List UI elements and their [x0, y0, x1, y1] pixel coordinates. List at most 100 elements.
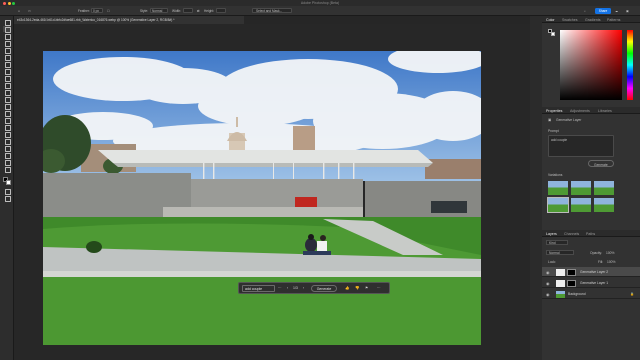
- clone-stamp-tool-icon[interactable]: [3, 82, 11, 89]
- flag-icon[interactable]: ⚑: [365, 286, 368, 290]
- layer-name: Background: [568, 292, 586, 296]
- document-image[interactable]: [43, 51, 481, 345]
- dodge-tool-icon[interactable]: [3, 117, 11, 124]
- window-title: Adobe Photoshop (Beta): [300, 0, 340, 5]
- tab-gradients[interactable]: Gradients: [585, 18, 601, 22]
- fill-label: Fill:: [598, 260, 604, 264]
- visibility-eye-icon[interactable]: ◉: [546, 292, 550, 297]
- rectangle-tool-icon[interactable]: [3, 145, 11, 152]
- more-tools-icon[interactable]: [3, 166, 11, 173]
- color-picker-field[interactable]: [560, 30, 622, 100]
- prompt-textarea[interactable]: add couple: [548, 135, 614, 157]
- properties-generate-button[interactable]: Generate: [588, 160, 614, 167]
- layer-thumbnail: [556, 279, 565, 287]
- tab-layers[interactable]: Layers: [546, 232, 557, 236]
- hue-slider[interactable]: [627, 30, 633, 100]
- rectangular-marquee-tool-icon[interactable]: [3, 26, 11, 33]
- variation-thumb-3[interactable]: [594, 181, 614, 195]
- tab-swatches[interactable]: Swatches: [562, 18, 578, 22]
- layers-panel-header: Layers Channels Paths: [542, 230, 640, 237]
- background-color-swatch[interactable]: [6, 180, 11, 185]
- height-field[interactable]: [216, 8, 226, 13]
- variations-label: Variations: [548, 173, 563, 177]
- generate-button[interactable]: Generate: [311, 285, 337, 292]
- options-icon[interactable]: ⋯: [278, 286, 282, 290]
- cloud-icon[interactable]: ☁: [615, 9, 618, 13]
- tab-adjustments[interactable]: Adjustments: [570, 109, 590, 113]
- prompt-input[interactable]: add couple: [242, 285, 275, 292]
- panel-icon-strip: [530, 16, 542, 360]
- variation-thumb-6[interactable]: [594, 198, 614, 212]
- anti-alias-checkbox[interactable]: ☐: [107, 9, 110, 13]
- pen-tool-icon[interactable]: [3, 124, 11, 131]
- variation-thumb-1[interactable]: [548, 181, 568, 195]
- search-icon[interactable]: ⌕: [584, 9, 586, 13]
- blur-tool-icon[interactable]: [3, 110, 11, 117]
- tab-color[interactable]: Color: [546, 18, 555, 22]
- tab-properties[interactable]: Properties: [546, 109, 562, 113]
- select-and-mask-button[interactable]: Select and Mask...: [252, 8, 292, 13]
- properties-panel-header: Properties Adjustments Libraries: [542, 107, 640, 114]
- background-color-chip[interactable]: [551, 32, 555, 36]
- lasso-tool-icon[interactable]: [3, 33, 11, 40]
- screen-mode-icon[interactable]: [3, 195, 11, 202]
- tab-patterns[interactable]: Patterns: [607, 18, 620, 22]
- gradient-tool-icon[interactable]: [3, 103, 11, 110]
- properties-generate-label: Generate: [594, 162, 608, 167]
- workspace-icon[interactable]: ▣: [626, 9, 629, 13]
- previous-icon[interactable]: ‹: [287, 286, 288, 290]
- layer-thumbnail: [556, 290, 565, 298]
- eraser-tool-icon[interactable]: [3, 96, 11, 103]
- tools-panel: [0, 16, 14, 360]
- opacity-value[interactable]: 100%: [606, 251, 614, 255]
- width-field[interactable]: [183, 8, 193, 13]
- variation-counter: 1/3: [293, 286, 298, 290]
- quick-mask-icon[interactable]: [3, 188, 11, 195]
- feather-value: 0 px: [93, 9, 100, 14]
- feather-field[interactable]: 0 px: [91, 8, 103, 13]
- move-tool-icon[interactable]: [3, 19, 11, 26]
- tab-paths[interactable]: Paths: [586, 232, 595, 236]
- layer-row-generative-1[interactable]: ◉ Generative Layer 1: [542, 278, 640, 288]
- blend-mode-select[interactable]: Normal: [546, 250, 574, 255]
- document-tab-bar: e43c1364-2eda-461f-b61d-bbfc2dfae681-rbb…: [14, 16, 530, 24]
- layer-thumbnail: [556, 268, 565, 276]
- variation-thumb-4[interactable]: [547, 197, 569, 213]
- share-button[interactable]: Share: [595, 8, 611, 14]
- layer-filter-value: Kind: [549, 241, 556, 246]
- frame-tool-icon[interactable]: [3, 54, 11, 61]
- variation-thumb-2[interactable]: [571, 181, 591, 195]
- swap-icon[interactable]: ⇄: [197, 9, 200, 13]
- type-tool-icon[interactable]: [3, 131, 11, 138]
- zoom-tool-icon[interactable]: [3, 159, 11, 166]
- crop-tool-icon[interactable]: [3, 47, 11, 54]
- thumbs-down-icon[interactable]: 👎: [355, 286, 359, 290]
- visibility-eye-icon[interactable]: ◉: [546, 270, 550, 275]
- eyedropper-tool-icon[interactable]: [3, 61, 11, 68]
- hand-tool-icon[interactable]: [3, 152, 11, 159]
- style-select[interactable]: Normal: [150, 8, 168, 13]
- layer-row-generative-2[interactable]: ◉ Generative Layer 2: [542, 267, 640, 277]
- object-selection-tool-icon[interactable]: [3, 40, 11, 47]
- more-icon[interactable]: ⋯: [377, 286, 381, 290]
- variation-thumb-5[interactable]: [571, 198, 591, 212]
- layer-filter-select[interactable]: Kind: [546, 240, 568, 245]
- next-icon[interactable]: ›: [303, 286, 304, 290]
- brush-tool-icon[interactable]: [3, 75, 11, 82]
- opacity-label: Opacity:: [590, 251, 603, 255]
- blend-mode-value: Normal: [549, 251, 560, 256]
- healing-brush-tool-icon[interactable]: [3, 68, 11, 75]
- thumbs-up-icon[interactable]: 👍: [345, 286, 349, 290]
- tab-libraries[interactable]: Libraries: [598, 109, 612, 113]
- marquee-tool-icon[interactable]: ▭: [28, 9, 31, 13]
- layer-mask-thumbnail[interactable]: [567, 279, 576, 287]
- layer-row-background[interactable]: ◉ Background 🔒: [542, 289, 640, 299]
- visibility-eye-icon[interactable]: ◉: [546, 281, 550, 286]
- fill-value[interactable]: 100%: [607, 260, 615, 264]
- history-brush-tool-icon[interactable]: [3, 89, 11, 96]
- tab-channels[interactable]: Channels: [564, 232, 579, 236]
- layer-mask-thumbnail[interactable]: [567, 268, 576, 276]
- home-icon[interactable]: ⌂: [18, 9, 20, 13]
- path-selection-tool-icon[interactable]: [3, 138, 11, 145]
- document-tab[interactable]: e43c1364-2eda-461f-b61d-bbfc2dfae681-rbb…: [14, 16, 244, 24]
